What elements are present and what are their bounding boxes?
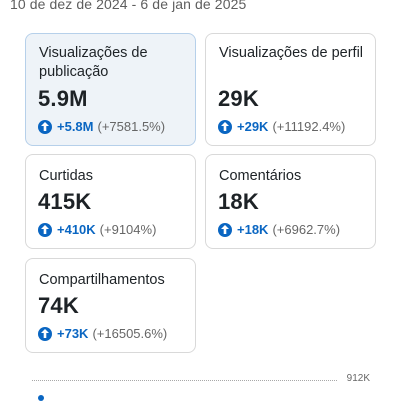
metric-card-likes[interactable]: Curtidas 415K +410K (+9104%) xyxy=(25,154,196,249)
metric-delta: +410K xyxy=(57,222,96,237)
arrow-up-circle-icon xyxy=(38,119,52,134)
metric-percent: (+9104%) xyxy=(99,222,157,237)
metric-card-post-views[interactable]: Visualizações de publicação 5.9M +5.8M (… xyxy=(25,33,196,146)
arrow-up-circle-icon xyxy=(218,119,232,134)
metric-delta: +29K xyxy=(237,119,269,134)
metric-value: 5.9M xyxy=(38,86,88,111)
metric-label: Compartilhamentos xyxy=(39,272,165,288)
metric-percent: (+6962.7%) xyxy=(272,222,341,237)
metric-label: Visualizações de publicação xyxy=(39,45,148,80)
metric-percent: (+16505.6%) xyxy=(92,326,168,341)
metric-card-profile-views[interactable]: Visualizações de perfil 29K +29K (+11192… xyxy=(205,33,376,146)
chart-y-tick: 912K xyxy=(346,373,370,384)
metric-value: 18K xyxy=(218,189,259,214)
metric-label: Curtidas xyxy=(39,168,93,184)
metric-change: +73K (+16505.6%) xyxy=(38,326,167,341)
metric-value: 74K xyxy=(38,293,79,318)
date-range: 10 de dez de 2024 - 6 de jan de 2025 xyxy=(10,0,247,12)
metric-change: +5.8M (+7581.5%) xyxy=(38,119,165,134)
metric-delta: +73K xyxy=(57,326,89,341)
arrow-up-circle-icon xyxy=(38,222,52,237)
chart-gridline xyxy=(32,380,337,381)
metric-value: 29K xyxy=(218,86,259,111)
metric-value: 415K xyxy=(38,189,92,214)
metric-delta: +5.8M xyxy=(57,119,94,134)
metric-label: Comentários xyxy=(219,168,302,184)
arrow-up-circle-icon xyxy=(38,326,52,341)
chart-series-marker xyxy=(38,395,44,401)
metric-change: +18K (+6962.7%) xyxy=(218,222,340,237)
metric-card-comments[interactable]: Comentários 18K +18K (+6962.7%) xyxy=(205,154,376,249)
metric-percent: (+11192.4%) xyxy=(272,119,346,134)
metric-change: +29K (+11192.4%) xyxy=(218,119,345,134)
metric-change: +410K (+9104%) xyxy=(38,222,156,237)
arrow-up-circle-icon xyxy=(218,222,232,237)
metric-card-shares[interactable]: Compartilhamentos 74K +73K (+16505.6%) xyxy=(25,258,196,353)
metric-percent: (+7581.5%) xyxy=(97,119,166,134)
metric-label: Visualizações de perfil xyxy=(219,45,364,61)
metric-delta: +18K xyxy=(237,222,269,237)
